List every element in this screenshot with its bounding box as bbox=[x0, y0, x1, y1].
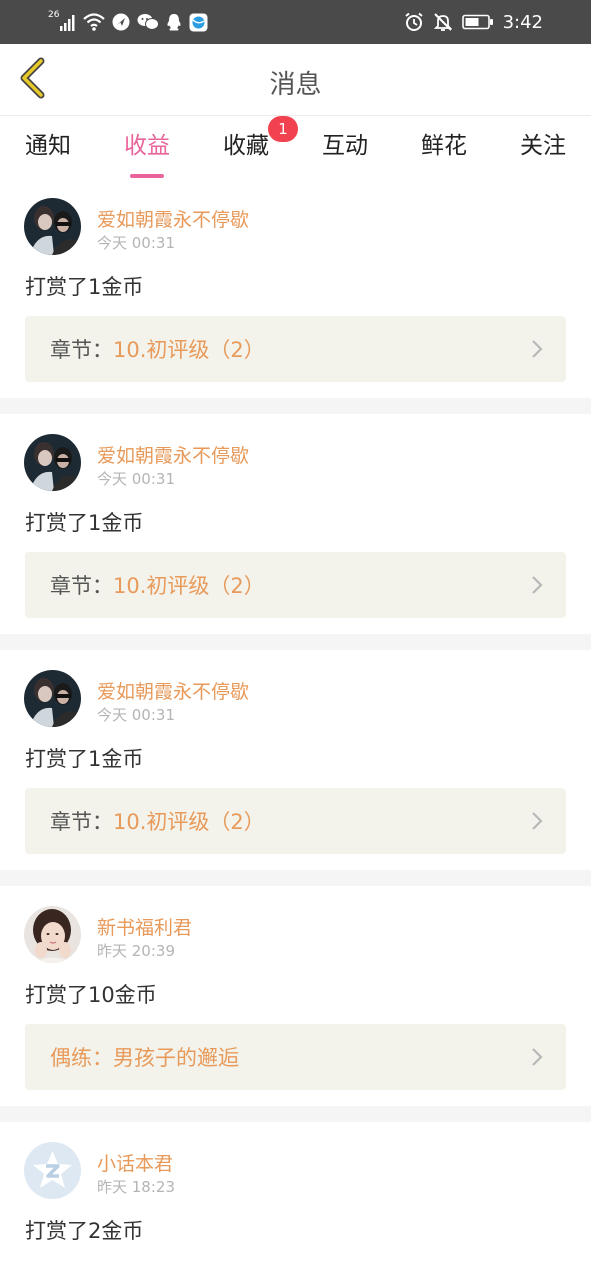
reward-text: 打赏了2金币 bbox=[25, 1219, 144, 1243]
timestamp: 昨天 20:39 bbox=[97, 942, 175, 960]
username[interactable]: 爱如朝霞永不停歇 bbox=[97, 205, 249, 232]
separator bbox=[0, 398, 591, 414]
avatar[interactable] bbox=[24, 1142, 81, 1199]
chapter-name: 10.初评级（2） bbox=[113, 810, 265, 834]
alarm-icon bbox=[404, 12, 424, 32]
list-item: 爱如朝霞永不停歇 今天 00:31 打赏了1金币 章节： 10.初评级（2） bbox=[0, 650, 591, 870]
separator bbox=[0, 870, 591, 886]
separator bbox=[0, 1106, 591, 1122]
browser-icon bbox=[189, 13, 208, 32]
battery-icon bbox=[461, 14, 494, 30]
avatar[interactable] bbox=[24, 670, 81, 727]
chapter-link[interactable]: 章节： 10.初评级（2） bbox=[25, 788, 566, 854]
app-header: 消息 bbox=[0, 44, 591, 116]
message-header: 小话本君 昨天 18:23 bbox=[0, 1122, 591, 1214]
page-title: 消息 bbox=[269, 70, 322, 100]
tab-notifications[interactable]: 通知 bbox=[24, 126, 72, 170]
status-bar-left: 26 bbox=[48, 10, 208, 34]
avatar[interactable] bbox=[24, 198, 81, 255]
chapter-name: 10.初评级（2） bbox=[113, 574, 265, 598]
tab-label: 收藏 bbox=[223, 133, 269, 159]
qq-icon bbox=[166, 13, 182, 32]
card-padding bbox=[0, 1090, 591, 1106]
chevron-right-icon bbox=[530, 339, 544, 359]
timestamp: 昨天 18:23 bbox=[97, 1178, 175, 1196]
timestamp: 今天 00:31 bbox=[97, 470, 175, 488]
chevron-right-icon bbox=[530, 1047, 544, 1067]
timestamp: 今天 00:31 bbox=[97, 706, 175, 724]
chapter-prefix: 章节： bbox=[50, 810, 113, 834]
tab-favorites[interactable]: 收藏 1 bbox=[222, 116, 298, 170]
reward-text: 打赏了1金币 bbox=[25, 511, 144, 535]
list-item: 爱如朝霞永不停歇 今天 00:31 打赏了1金币 章节： 10.初评级（2） bbox=[0, 178, 591, 398]
tab-interactions[interactable]: 互动 bbox=[321, 126, 369, 170]
mute-icon bbox=[433, 12, 453, 32]
chapter-prefix: 章节： bbox=[50, 574, 113, 598]
chapter-link[interactable]: 章节： 10.初评级（2） bbox=[25, 316, 566, 382]
username[interactable]: 小话本君 bbox=[97, 1149, 173, 1176]
message-header: 爱如朝霞永不停歇 今天 00:31 bbox=[0, 414, 591, 506]
chevron-right-icon bbox=[530, 575, 544, 595]
reward-text: 打赏了10金币 bbox=[25, 983, 157, 1007]
chapter-link[interactable]: 章节： 10.初评级（2） bbox=[25, 552, 566, 618]
unread-badge: 1 bbox=[268, 116, 298, 142]
message-header: 爱如朝霞永不停歇 今天 00:31 bbox=[0, 650, 591, 742]
status-bar-right: 3:42 bbox=[404, 10, 543, 34]
tab-bar: 通知 收益 收藏 1 互动 鲜花 关注 bbox=[0, 116, 591, 178]
tab-label: 通知 bbox=[25, 133, 71, 159]
app-arrow-icon bbox=[112, 13, 130, 31]
chapter-name: 10.初评级（2） bbox=[113, 338, 265, 362]
tab-label: 鲜花 bbox=[421, 133, 467, 159]
list-item: 爱如朝霞永不停歇 今天 00:31 打赏了1金币 章节： 10.初评级（2） bbox=[0, 414, 591, 634]
chapter-name: 偶练：男孩子的邂逅 bbox=[50, 1046, 239, 1070]
tab-label: 关注 bbox=[520, 133, 566, 159]
tab-earnings[interactable]: 收益 bbox=[123, 126, 171, 178]
reward-text: 打赏了1金币 bbox=[25, 275, 144, 299]
wechat-icon bbox=[137, 13, 159, 31]
username[interactable]: 新书福利君 bbox=[97, 913, 192, 940]
tab-flowers[interactable]: 鲜花 bbox=[420, 126, 468, 170]
timestamp: 今天 00:31 bbox=[97, 234, 175, 252]
username[interactable]: 爱如朝霞永不停歇 bbox=[97, 441, 249, 468]
chapter-link[interactable]: 偶练：男孩子的邂逅 bbox=[25, 1024, 566, 1090]
avatar[interactable] bbox=[24, 906, 81, 963]
card-padding bbox=[0, 854, 591, 870]
tab-label: 互动 bbox=[322, 133, 368, 159]
tab-following[interactable]: 关注 bbox=[519, 126, 567, 170]
message-header: 爱如朝霞永不停歇 今天 00:31 bbox=[0, 178, 591, 270]
tab-label: 收益 bbox=[124, 133, 170, 159]
network-label: 26 bbox=[48, 10, 60, 20]
separator bbox=[0, 634, 591, 650]
chevron-right-icon bbox=[530, 811, 544, 831]
username[interactable]: 爱如朝霞永不停歇 bbox=[97, 677, 249, 704]
list-item: 新书福利君 昨天 20:39 打赏了10金币 偶练：男孩子的邂逅 bbox=[0, 886, 591, 1106]
message-list: 爱如朝霞永不停歇 今天 00:31 打赏了1金币 章节： 10.初评级（2） 爱… bbox=[0, 178, 591, 1260]
wifi-icon bbox=[83, 13, 105, 31]
signal-icon: 26 bbox=[48, 10, 76, 32]
reward-text: 打赏了1金币 bbox=[25, 747, 144, 771]
card-padding bbox=[0, 382, 591, 398]
list-item: 小话本君 昨天 18:23 打赏了2金币 bbox=[0, 1122, 591, 1260]
message-header: 新书福利君 昨天 20:39 bbox=[0, 886, 591, 978]
card-padding bbox=[0, 618, 591, 634]
status-time: 3:42 bbox=[502, 11, 543, 33]
status-bar: 26 3:42 bbox=[0, 0, 591, 44]
chapter-prefix: 章节： bbox=[50, 338, 113, 362]
avatar[interactable] bbox=[24, 434, 81, 491]
